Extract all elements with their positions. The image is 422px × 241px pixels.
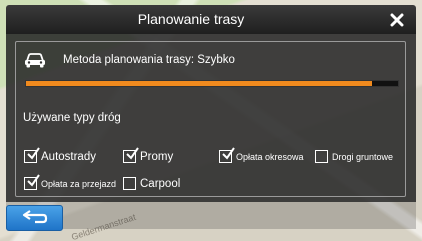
checkbox-label: Drogi gruntowe [332,151,394,162]
checkbox-promy[interactable]: Promy [123,147,174,163]
settings-group: Metoda planowania trasy: Szybko Używane … [15,41,406,197]
checkbox-oplata-za-przejazd[interactable]: Opłata za przejazd [24,174,117,190]
checkmark-icon [27,174,40,187]
road-types-heading: Używane typy dróg [23,112,121,124]
checkbox-label: Carpool [140,177,181,190]
checkbox-autostrady[interactable]: Autostrady [24,147,96,163]
checkbox-label: Opłata za przejazd [41,178,117,189]
title-bar: Planowanie trasy [6,5,416,34]
checkbox-label: Autostrady [41,150,96,163]
checkbox-box [123,177,136,190]
back-button[interactable] [6,205,63,231]
checkmark-icon [126,147,139,160]
checkmark-icon [222,147,235,160]
checkbox-box [219,147,235,163]
route-method-label: Metoda planowania trasy: Szybko [63,54,235,66]
checkmark-icon [27,147,40,160]
checkbox-label: Promy [140,150,174,163]
checkbox-box [123,147,139,163]
route-planning-panel: Metoda planowania trasy: Szybko Używane … [6,34,416,202]
checkbox-box [24,174,40,190]
back-arrow-icon [22,210,47,224]
route-method-slider[interactable] [25,80,399,87]
checkbox-drogi-gruntowe[interactable]: Drogi gruntowe [315,150,393,163]
route-method-row[interactable]: Metoda planowania trasy: Szybko [24,50,235,70]
window-title: Planowanie trasy [137,11,245,27]
car-icon [25,53,45,68]
bottom-bar [6,202,416,229]
checkbox-label: Opłata okresowa [236,151,304,162]
checkbox-carpool[interactable]: Carpool [123,177,180,190]
route-method-slider-fill [26,81,372,86]
checkbox-box [315,150,328,163]
checkbox-box [24,147,40,163]
close-icon [390,13,404,26]
close-button[interactable] [378,5,416,34]
checkbox-oplata-okresowa[interactable]: Opłata okresowa [219,147,304,163]
